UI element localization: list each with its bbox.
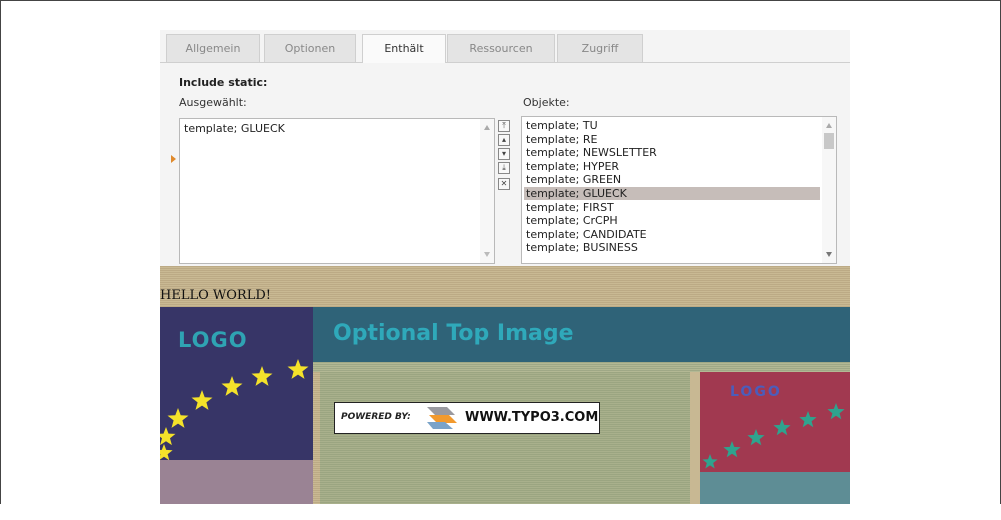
tab-ressourcen[interactable]: Ressourcen bbox=[447, 34, 555, 62]
selected-list[interactable]: template; GLUECK bbox=[179, 118, 495, 264]
object-list-item[interactable]: template; GREEN bbox=[524, 173, 820, 186]
star-icon bbox=[160, 444, 173, 460]
star-icon bbox=[167, 408, 189, 428]
right-logo-panel: LOGO bbox=[700, 372, 850, 472]
objects-scrollbar[interactable] bbox=[822, 117, 836, 263]
top-image-banner: Optional Top Image bbox=[313, 307, 850, 362]
include-static-title: Include static: bbox=[179, 76, 268, 89]
content-gap bbox=[690, 372, 700, 504]
right-footer-panel bbox=[700, 472, 850, 504]
powered-by-label: POWERED BY: bbox=[341, 412, 411, 422]
left-footer-panel bbox=[160, 460, 313, 504]
selected-label: Ausgewählt: bbox=[179, 96, 247, 109]
star-icon bbox=[251, 366, 273, 386]
object-list-item[interactable]: template; GLUECK bbox=[524, 187, 820, 200]
star-icon bbox=[747, 429, 765, 446]
object-list-item[interactable]: template; BUSINESS bbox=[524, 241, 820, 254]
star-icon bbox=[221, 376, 243, 396]
scroll-down-icon[interactable] bbox=[826, 252, 832, 257]
scroll-up-icon[interactable] bbox=[826, 123, 832, 128]
scroll-up-icon[interactable] bbox=[484, 125, 490, 130]
object-list-item[interactable]: template; RE bbox=[524, 133, 820, 146]
star-icon bbox=[702, 454, 718, 469]
objects-list[interactable]: template; TU template; RE template; NEWSLE… bbox=[521, 116, 837, 264]
object-list-item[interactable]: template; NEWSLETTER bbox=[524, 146, 820, 159]
template-editor-panel: Allgemein Optionen Enthält Ressourcen Zu… bbox=[160, 30, 850, 266]
selected-item[interactable]: template; GLUECK bbox=[184, 122, 285, 135]
tab-allgemein[interactable]: Allgemein bbox=[166, 34, 260, 62]
object-list-item[interactable]: template; HYPER bbox=[524, 160, 820, 173]
object-list-item[interactable]: template; CrCPH bbox=[524, 214, 820, 227]
objects-label: Objekte: bbox=[523, 96, 570, 109]
template-preview: HELLO WORLD! LOGO Optional Top Image POW… bbox=[160, 266, 850, 504]
tab-optionen[interactable]: Optionen bbox=[264, 34, 356, 62]
content-area: POWERED BY: WWW.TYPO3.COM bbox=[320, 372, 690, 504]
powered-by-typo3-badge[interactable]: POWERED BY: WWW.TYPO3.COM bbox=[334, 402, 600, 434]
star-icon bbox=[723, 441, 741, 458]
top-image-text: Optional Top Image bbox=[333, 321, 574, 346]
object-list-item[interactable]: template; FIRST bbox=[524, 201, 820, 214]
move-up-icon[interactable]: ▴ bbox=[498, 134, 510, 146]
star-icon bbox=[160, 427, 176, 446]
remove-icon[interactable]: ✕ bbox=[498, 178, 510, 190]
scroll-down-icon[interactable] bbox=[484, 252, 490, 257]
tab-enthaelt[interactable]: Enthält bbox=[362, 34, 446, 63]
object-list-item[interactable]: template; TU bbox=[524, 119, 820, 132]
move-bottom-icon[interactable]: ⤓ bbox=[498, 162, 510, 174]
move-top-icon[interactable]: ⤒ bbox=[498, 120, 510, 132]
content-top-strip bbox=[313, 362, 850, 372]
star-icon bbox=[287, 359, 309, 379]
star-icon bbox=[191, 390, 213, 410]
logo-left: LOGO bbox=[178, 328, 248, 352]
row-marker-icon bbox=[171, 155, 176, 163]
page-bottom bbox=[0, 504, 1001, 520]
tab-zugriff[interactable]: Zugriff bbox=[557, 34, 643, 62]
typo3-url: WWW.TYPO3.COM bbox=[465, 410, 599, 425]
scroll-thumb[interactable] bbox=[824, 133, 834, 149]
star-icon bbox=[799, 411, 817, 428]
typo3-logo-icon bbox=[427, 407, 457, 429]
move-down-icon[interactable]: ▾ bbox=[498, 148, 510, 160]
star-icon bbox=[773, 419, 791, 436]
star-arc-teal bbox=[702, 403, 845, 469]
tab-divider bbox=[160, 62, 850, 63]
star-icon bbox=[827, 403, 845, 420]
selected-scrollbar[interactable] bbox=[480, 119, 494, 263]
object-list-item[interactable]: template; CANDIDATE bbox=[524, 228, 820, 241]
hello-world-text: HELLO WORLD! bbox=[160, 288, 271, 303]
